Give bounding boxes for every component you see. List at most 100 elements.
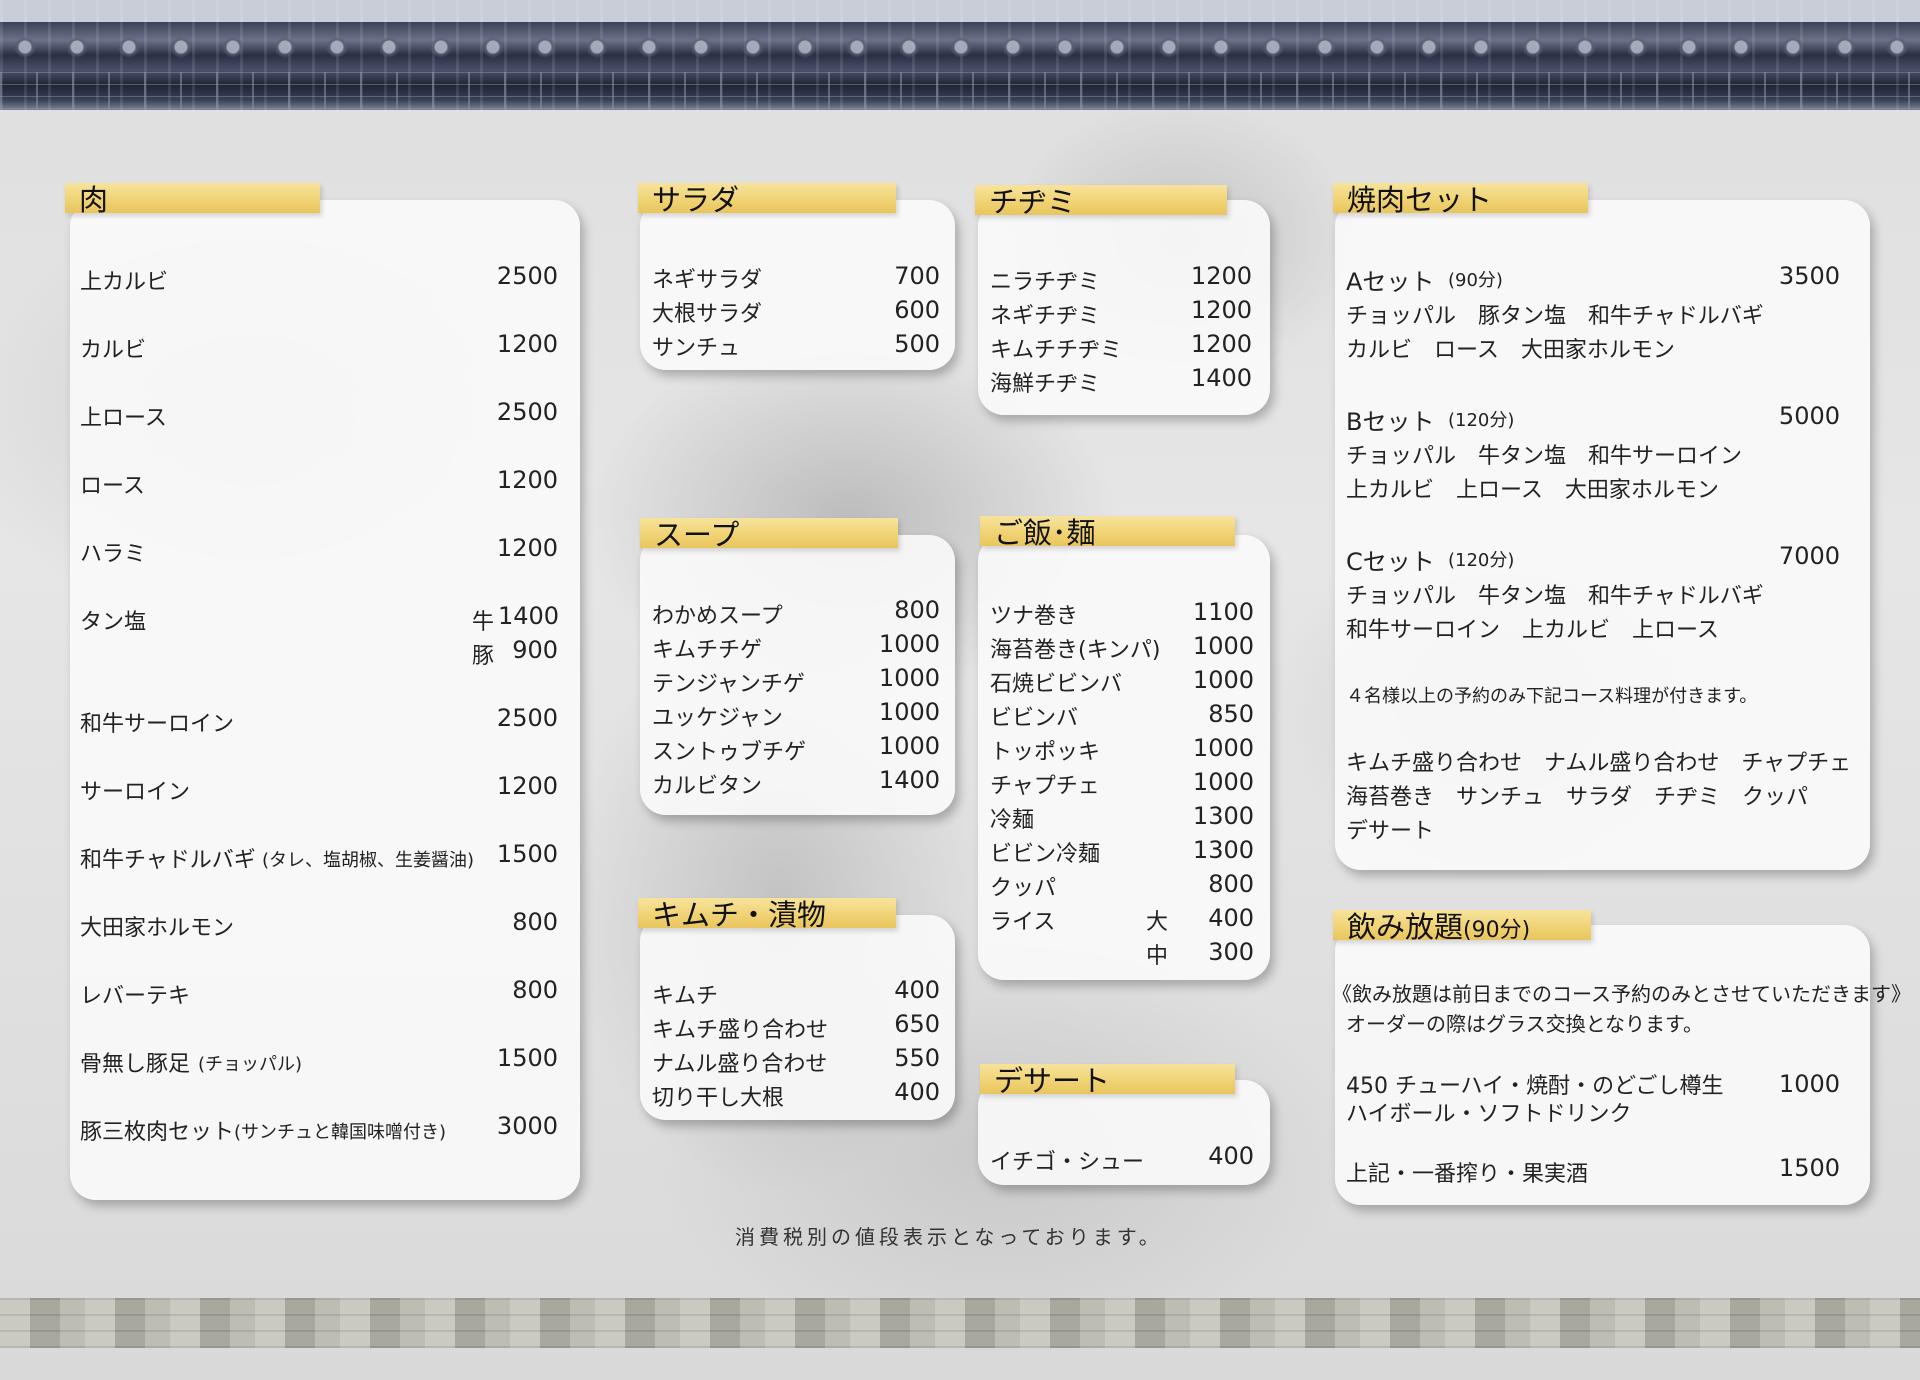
menu-item-price: 1000: [1192, 666, 1254, 694]
plan-line: ハイボール・ソフトドリンク: [1346, 1102, 1632, 1127]
menu-item-price: 1000: [878, 698, 940, 726]
menu-item-price: 1500: [496, 1044, 558, 1072]
menu-item-name: ロース: [80, 474, 145, 499]
menu-item-name: キムチチゲ: [652, 638, 763, 663]
menu-item-name: サンチュ: [652, 336, 741, 361]
menu-item-price: 700: [894, 262, 940, 290]
menu-item-name: イチゴ・シュー: [990, 1150, 1145, 1175]
menu-item-price: 800: [894, 596, 940, 624]
plan-price: 1500: [1778, 1154, 1840, 1182]
plan-line: 上記・一番搾り・果実酒: [1346, 1162, 1589, 1187]
course-contents-line: デサート: [1346, 819, 1435, 844]
price-label-buta: 豚: [472, 644, 495, 669]
size-label-large: 大: [1146, 910, 1169, 935]
menu-item-name: ニラチヂミ: [990, 270, 1101, 295]
menu-item-name: 上ロース: [80, 406, 167, 431]
menu-item-price: 3000: [496, 1112, 558, 1140]
set-name: Bセット: [1346, 408, 1435, 436]
menu-item-price: 1200: [1190, 262, 1252, 290]
set-contents-line: カルビ ロース 大田家ホルモン: [1346, 338, 1675, 363]
menu-item-name: ユッケジャン: [652, 706, 783, 731]
rice-title: ご飯･麺: [994, 516, 1096, 550]
price-label-gyu: 牛: [472, 610, 495, 635]
set-name: Cセット: [1346, 548, 1435, 576]
menu-item-name: キムチ: [652, 984, 719, 1009]
menu-item-name: チャプチェ: [990, 774, 1100, 799]
dessert-title-tag: デサート: [980, 1064, 1235, 1098]
menu-item-name: レバーテキ: [80, 984, 191, 1009]
menu-item-price: 400: [894, 976, 940, 1004]
menu-item-price: 800: [512, 976, 558, 1004]
menu-item-name: テンジャンチゲ: [652, 672, 805, 697]
menu-item-price: 1200: [496, 772, 558, 800]
menu-item-name: ネギチヂミ: [990, 304, 1101, 329]
roof-tile-caps: [0, 34, 1920, 60]
menu-item-price: 1500: [496, 840, 558, 868]
menu-item-price: 2500: [496, 704, 558, 732]
menu-item-note: (サンチュと韓国味噌付き): [234, 1122, 447, 1143]
menu-item-name: 切り干し大根: [652, 1086, 785, 1111]
menu-item-name: キムチチヂミ: [990, 338, 1123, 363]
menu-item-name: 海苔巻き(キンパ): [990, 638, 1161, 663]
yakiniku-set-title-tag: 焼肉セット: [1333, 183, 1588, 217]
menu-item-name: スントゥブチゲ: [652, 740, 807, 765]
chijimi-title: チヂミ: [989, 185, 1077, 219]
kimchi-title-tag: キムチ・漬物: [638, 898, 896, 932]
menu-item-name: ビビン冷麺: [990, 842, 1101, 867]
size-label-medium: 中: [1146, 944, 1169, 969]
set-price: 7000: [1778, 542, 1840, 570]
course-contents-line: 海苔巻き サンチュ サラダ チヂミ クッパ: [1346, 785, 1809, 810]
set-contents-line: チョッパル 牛タン塩 和牛チャドルバギ: [1346, 584, 1764, 609]
menu-item-name: 和牛チャドルバギ: [80, 848, 256, 873]
menu-item-price: 650: [894, 1010, 940, 1038]
menu-item-price: 500: [894, 330, 940, 358]
menu-item-price: 1400: [878, 766, 940, 794]
soup-title-tag: スープ: [640, 518, 898, 552]
menu-item-name: ナムル盛り合わせ: [652, 1052, 828, 1077]
menu-item-price: 400: [894, 1078, 940, 1106]
menu-item-price: 1000: [878, 732, 940, 760]
salad-title: サラダ: [652, 183, 740, 217]
tax-notice: 消費税別の値段表示となっております。: [735, 1225, 1163, 1249]
menu-item-name: 豚三枚肉セット: [80, 1120, 235, 1145]
menu-item-price: 1000: [1192, 632, 1254, 660]
menu-item-price: 2500: [496, 262, 558, 290]
menu-item-price: 1000: [878, 664, 940, 692]
menu-item-price: 1000: [1192, 768, 1254, 796]
menu-item-name: ライス: [990, 910, 1056, 935]
menu-item-price: 1200: [496, 466, 558, 494]
menu-item-price: 1200: [496, 330, 558, 358]
set-price: 3500: [1778, 262, 1840, 290]
plan-price: 1000: [1778, 1070, 1840, 1098]
menu-item-price: 1000: [878, 630, 940, 658]
set-contents-line: 上カルビ 上ロース 大田家ホルモン: [1346, 478, 1719, 503]
yakiniku-set-title: 焼肉セット: [1347, 183, 1493, 217]
menu-item-name: 大根サラダ: [652, 302, 763, 327]
menu-item-name: ハラミ: [80, 542, 147, 567]
menu-item-price: 2500: [496, 398, 558, 426]
menu-item-note: (チョッパル): [198, 1054, 303, 1075]
menu-item-name: カルビタン: [652, 774, 763, 799]
menu-item-name: 上カルビ: [80, 270, 169, 295]
menu-item-price: 550: [894, 1044, 940, 1072]
menu-item-name: タン塩: [80, 610, 147, 635]
menu-item-price: 1400: [1190, 364, 1252, 392]
nomihoudai-reservation-note: 《飲み放題は前日までのコース予約のみとさせていただきます》: [1332, 982, 1911, 1006]
roof-brick-band: [0, 72, 1920, 110]
rice-title-tag: ご飯･麺: [980, 516, 1235, 550]
set-name: Aセット: [1346, 268, 1435, 296]
menu-item-price: 1000: [1192, 734, 1254, 762]
menu-item-price: 1100: [1192, 598, 1254, 626]
menu-item-name: カルビ: [80, 338, 147, 363]
nomihoudai-title-tag: 飲み放題(90分): [1333, 910, 1591, 944]
chijimi-title-tag: チヂミ: [975, 185, 1227, 219]
set-time: (120分): [1448, 410, 1515, 431]
course-note: ４名様以上の予約のみ下記コース料理が付きます。: [1346, 686, 1758, 707]
soup-title: スープ: [654, 518, 740, 552]
meat-title-tag: 肉: [65, 183, 320, 217]
menu-item-name: 大田家ホルモン: [80, 916, 235, 941]
menu-item-price: 400: [1208, 904, 1254, 932]
menu-item-price: 300: [1208, 938, 1254, 966]
stone-floor-band: [0, 1298, 1920, 1348]
menu-item-name: ネギサラダ: [652, 268, 763, 293]
